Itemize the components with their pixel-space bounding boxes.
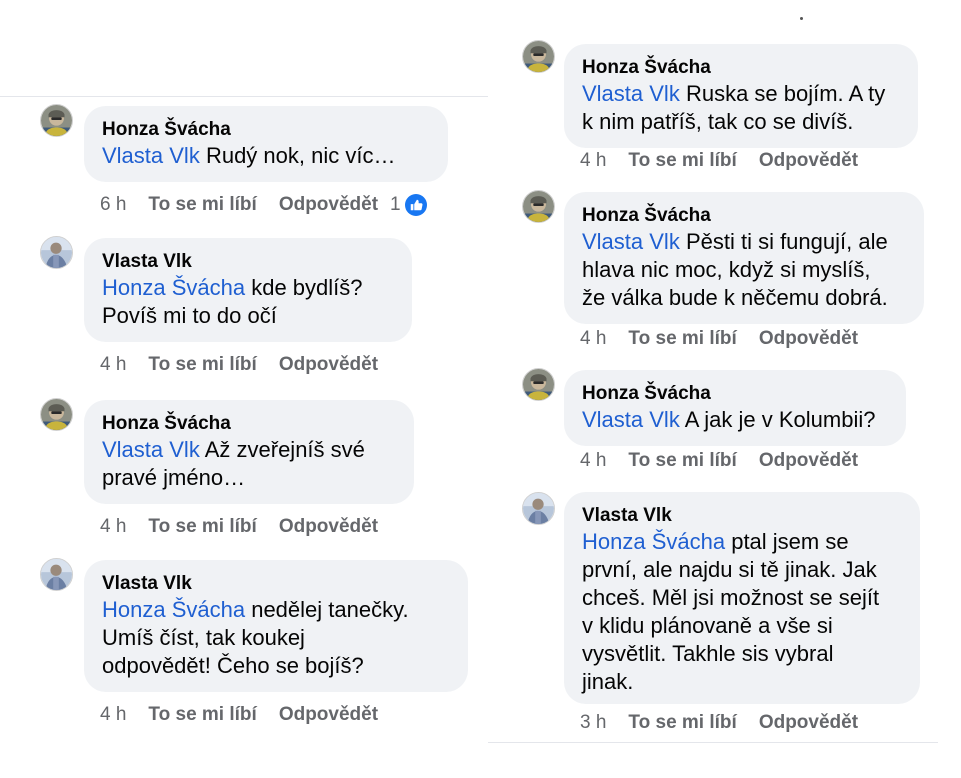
avatar-vlasta[interactable]: [522, 492, 555, 525]
comment-author[interactable]: Vlasta Vlk: [102, 572, 452, 596]
reaction-count: 1: [390, 194, 401, 215]
comment-time[interactable]: 4 h: [580, 328, 606, 350]
reply-button[interactable]: Odpovědět: [279, 194, 378, 216]
avatar-honza[interactable]: [40, 104, 73, 137]
reply-button[interactable]: Odpovědět: [279, 354, 378, 376]
comment-author[interactable]: Vlasta Vlk: [102, 250, 396, 274]
avatar-vlasta[interactable]: [40, 558, 73, 591]
comment-bubble: Vlasta Vlk Honza Švácha kde bydlíš? Povíš…: [84, 238, 412, 342]
right-bottom-divider: [488, 742, 938, 743]
comment-actions: 4 h To se mi líbí Odpovědět: [100, 516, 378, 538]
mention-link[interactable]: Vlasta Vlk: [582, 229, 680, 254]
like-button[interactable]: To se mi líbí: [148, 704, 256, 726]
comment-text: Vlasta Vlk Pěsti ti si fungují, ale hlava…: [582, 229, 888, 310]
mention-link[interactable]: Honza Švácha: [102, 597, 245, 622]
comment-author[interactable]: Honza Švácha: [102, 412, 398, 436]
thumbs-up-icon: [404, 194, 427, 216]
comment-text: Vlasta Vlk Rudý nok, nic víc…: [102, 143, 396, 168]
mention-link[interactable]: Honza Švácha: [582, 529, 725, 554]
avatar-honza[interactable]: [522, 40, 555, 73]
reply-button[interactable]: Odpovědět: [759, 450, 858, 472]
comment-time[interactable]: 4 h: [100, 354, 126, 376]
comment-bubble: Honza Švácha Vlasta Vlk Pěsti ti si fung…: [564, 192, 924, 324]
comment-actions: 4 h To se mi líbí Odpovědět: [100, 704, 378, 726]
reply-button[interactable]: Odpovědět: [279, 704, 378, 726]
comment-author[interactable]: Honza Švácha: [582, 382, 890, 406]
mention-link[interactable]: Vlasta Vlk: [102, 143, 200, 168]
comment-text: Honza Švácha kde bydlíš? Povíš mi to do o…: [102, 275, 363, 328]
reply-button[interactable]: Odpovědět: [759, 328, 858, 350]
comment-time[interactable]: 6 h: [100, 194, 126, 216]
comment-text: Honza Švácha ptal jsem se první, ale najd…: [582, 529, 880, 694]
reply-button[interactable]: Odpovědět: [279, 516, 378, 538]
comment-time[interactable]: 4 h: [100, 516, 126, 538]
like-button[interactable]: To se mi líbí: [628, 712, 736, 734]
comment-time[interactable]: 4 h: [580, 150, 606, 172]
comment-author[interactable]: Honza Švácha: [582, 204, 908, 228]
comment-text: Honza Švácha nedělej tanečky. Umíš číst, …: [102, 597, 409, 678]
comment-actions: 4 h To se mi líbí Odpovědět: [100, 354, 378, 376]
comment-actions: 4 h To se mi líbí Odpovědět: [580, 150, 858, 172]
like-button[interactable]: To se mi líbí: [628, 328, 736, 350]
comment-time[interactable]: 3 h: [580, 712, 606, 734]
comment-author[interactable]: Honza Švácha: [102, 118, 432, 142]
comment-author[interactable]: Vlasta Vlk: [582, 504, 904, 528]
comment-bubble: Vlasta Vlk Honza Švácha nedělej tanečky.…: [84, 560, 468, 692]
comment-actions: 3 h To se mi líbí Odpovědět: [580, 712, 858, 734]
mention-link[interactable]: Vlasta Vlk: [582, 81, 680, 106]
top-dot: [800, 17, 803, 20]
comment-bubble: Honza Švácha Vlasta Vlk A jak je v Kolum…: [564, 370, 906, 446]
comment-bubble: Honza Švácha Vlasta Vlk Až zveřejníš své…: [84, 400, 414, 504]
reply-button[interactable]: Odpovědět: [759, 712, 858, 734]
avatar-honza[interactable]: [40, 398, 73, 431]
comment-text: Vlasta Vlk Ruska se bojím. A ty k nim pat…: [582, 81, 886, 134]
comment-actions: 4 h To se mi líbí Odpovědět: [580, 328, 858, 350]
mention-link[interactable]: Vlasta Vlk: [582, 407, 680, 432]
like-button[interactable]: To se mi líbí: [148, 354, 256, 376]
comment-author[interactable]: Honza Švácha: [582, 56, 902, 80]
avatar-vlasta[interactable]: [40, 236, 73, 269]
left-top-divider: [0, 96, 488, 97]
comment-bubble: Honza Švácha Vlasta Vlk Ruska se bojím. …: [564, 44, 918, 148]
mention-link[interactable]: Vlasta Vlk: [102, 437, 200, 462]
avatar-honza[interactable]: [522, 190, 555, 223]
like-button[interactable]: To se mi líbí: [628, 450, 736, 472]
comment-actions: 4 h To se mi líbí Odpovědět: [580, 450, 858, 472]
comment-bubble: Vlasta Vlk Honza Švácha ptal jsem se prvn…: [564, 492, 920, 704]
mention-link[interactable]: Honza Švácha: [102, 275, 245, 300]
comment-bubble: Honza Švácha Vlasta Vlk Rudý nok, nic ví…: [84, 106, 448, 182]
reply-button[interactable]: Odpovědět: [759, 150, 858, 172]
like-button[interactable]: To se mi líbí: [148, 516, 256, 538]
like-button[interactable]: To se mi líbí: [148, 194, 256, 216]
comment-time[interactable]: 4 h: [580, 450, 606, 472]
comment-text: Vlasta Vlk A jak je v Kolumbii?: [582, 407, 876, 432]
comment-text: Vlasta Vlk Až zveřejníš své pravé jméno…: [102, 437, 365, 490]
comment-time[interactable]: 4 h: [100, 704, 126, 726]
comment-actions: 6 h To se mi líbí Odpovědět 1: [100, 194, 427, 216]
avatar-honza[interactable]: [522, 368, 555, 401]
reaction-summary[interactable]: 1: [390, 194, 427, 216]
like-button[interactable]: To se mi líbí: [628, 150, 736, 172]
